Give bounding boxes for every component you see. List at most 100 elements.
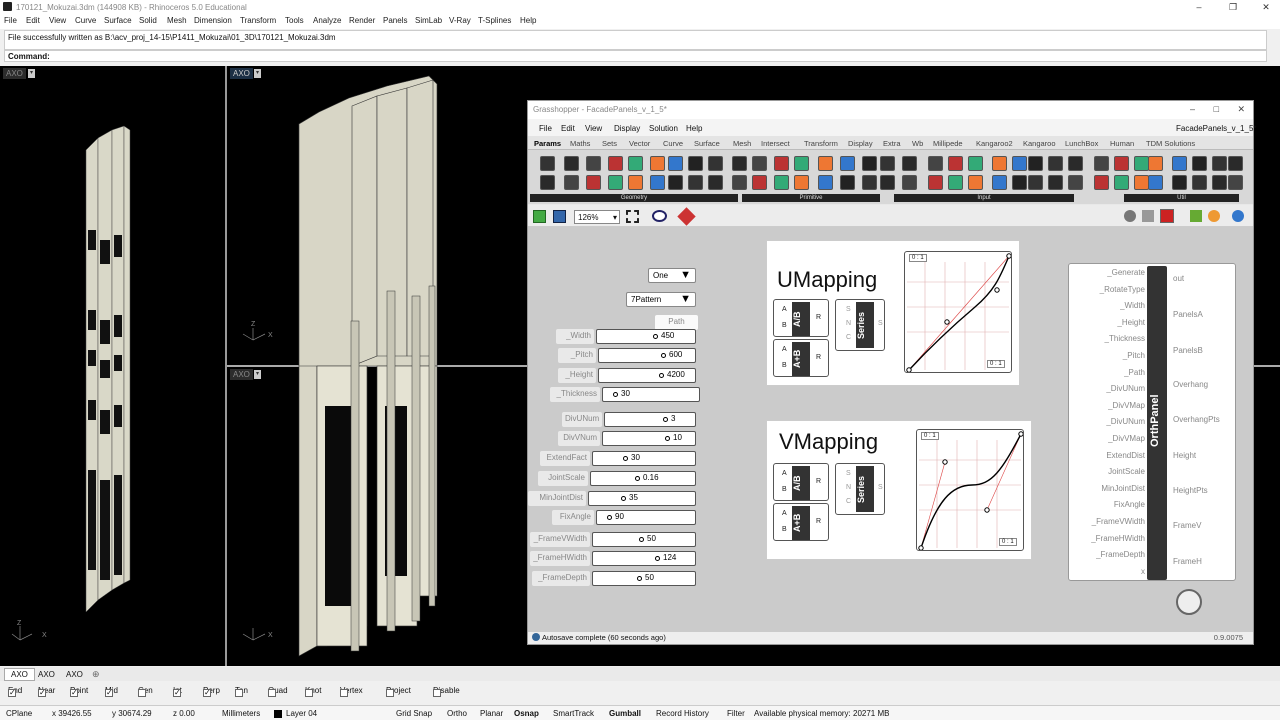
gh-toolbar-component-icon[interactable] bbox=[1192, 175, 1207, 190]
orthpanel-input[interactable]: _Thickness bbox=[1071, 334, 1145, 343]
gh-toolbar-component-icon[interactable] bbox=[708, 175, 723, 190]
number-slider[interactable]: 30 bbox=[592, 451, 696, 466]
addition-component[interactable]: A B A+B R bbox=[773, 503, 829, 541]
orthpanel-input[interactable]: _Height bbox=[1071, 318, 1145, 327]
menu-dimension[interactable]: Dimension bbox=[194, 16, 232, 25]
menu-tsplines[interactable]: T-Splines bbox=[478, 16, 511, 25]
value-list-pattern[interactable]: 7Pattern ▼ bbox=[626, 292, 696, 307]
slider-grip[interactable] bbox=[655, 556, 660, 561]
orthpanel-input[interactable]: x bbox=[1071, 567, 1145, 576]
pane-record-history[interactable]: Record History bbox=[656, 709, 709, 718]
gh-toolbar-component-icon[interactable] bbox=[992, 175, 1007, 190]
gh-tab-surface[interactable]: Surface bbox=[694, 139, 720, 148]
menu-curve[interactable]: Curve bbox=[75, 16, 96, 25]
gh-tab-transform[interactable]: Transform bbox=[804, 139, 838, 148]
gh-toolbar-component-icon[interactable] bbox=[1228, 156, 1243, 171]
gh-tab-sets[interactable]: Sets bbox=[602, 139, 617, 148]
gh-toolbar-component-icon[interactable] bbox=[1048, 156, 1063, 171]
gh-maximize-icon[interactable]: □ bbox=[1214, 104, 1219, 114]
number-slider[interactable]: 450 bbox=[596, 329, 696, 344]
gh-toolbar-component-icon[interactable] bbox=[1068, 175, 1083, 190]
viewport-menu-icon[interactable]: ▾ bbox=[28, 69, 35, 78]
gh-tab-millipede[interactable]: Millipede bbox=[933, 139, 963, 148]
gh-toolbar-component-icon[interactable] bbox=[1192, 156, 1207, 171]
gh-menu-help[interactable]: Help bbox=[686, 124, 702, 133]
open-file-icon[interactable] bbox=[533, 210, 546, 223]
gh-toolbar-component-icon[interactable] bbox=[608, 156, 623, 171]
preview-selected-icon[interactable] bbox=[1190, 210, 1202, 222]
gh-toolbar-component-icon[interactable] bbox=[586, 156, 601, 171]
osnap-near[interactable]: ✓ Near bbox=[38, 686, 55, 697]
orthpanel-input[interactable]: _FrameVWidth bbox=[1071, 517, 1145, 526]
number-slider[interactable]: 35 bbox=[588, 491, 696, 506]
orthpanel-output[interactable]: PanelsB bbox=[1173, 346, 1203, 355]
menu-panels[interactable]: Panels bbox=[383, 16, 407, 25]
orthpanel-output[interactable]: Overhang bbox=[1173, 380, 1208, 389]
orthpanel-output[interactable]: OverhangPts bbox=[1173, 415, 1220, 424]
checkbox[interactable]: ✓ bbox=[70, 689, 78, 697]
gh-toolbar-component-icon[interactable] bbox=[902, 175, 917, 190]
gh-toolbar-component-icon[interactable] bbox=[540, 175, 555, 190]
number-slider[interactable]: 124 bbox=[592, 551, 696, 566]
gh-toolbar-component-icon[interactable] bbox=[732, 175, 747, 190]
gh-toolbar-component-icon[interactable] bbox=[794, 175, 809, 190]
checkbox[interactable] bbox=[235, 689, 243, 697]
orthpanel-input[interactable]: _Generate bbox=[1071, 268, 1145, 277]
gh-toolbar-component-icon[interactable] bbox=[564, 156, 579, 171]
gh-toolbar-component-icon[interactable] bbox=[794, 156, 809, 171]
number-slider[interactable]: 90 bbox=[596, 510, 696, 525]
osnap-mid[interactable]: ✓Mid bbox=[105, 686, 118, 697]
command-input[interactable]: Command: bbox=[4, 50, 1267, 62]
layer-select[interactable]: Layer 04 bbox=[286, 709, 317, 718]
osnap-cen[interactable]: Cen bbox=[138, 686, 153, 697]
gh-close-icon[interactable]: ✕ bbox=[1237, 104, 1245, 115]
slider-grip[interactable] bbox=[639, 537, 644, 542]
menu-tools[interactable]: Tools bbox=[285, 16, 304, 25]
gh-tab-kangaroo2[interactable]: Kangaroo2 bbox=[976, 139, 1013, 148]
gh-tab-display[interactable]: Display bbox=[848, 139, 873, 148]
gh-toolbar-component-icon[interactable] bbox=[628, 156, 643, 171]
gh-tab-wb[interactable]: Wb bbox=[912, 139, 923, 148]
orthpanel-output[interactable]: FrameV bbox=[1173, 521, 1201, 530]
number-slider[interactable]: 10 bbox=[602, 431, 696, 446]
gh-toolbar-component-icon[interactable] bbox=[1114, 175, 1129, 190]
graph-mapper-v[interactable]: 0 : 1 0 : 1 bbox=[916, 429, 1024, 551]
checkbox[interactable] bbox=[340, 689, 348, 697]
preview-mesh-icon[interactable] bbox=[1142, 210, 1154, 222]
gh-toolbar-component-icon[interactable] bbox=[650, 175, 665, 190]
number-slider[interactable]: 50 bbox=[592, 532, 696, 547]
zoom-select[interactable]: 126% ▾ bbox=[574, 210, 620, 224]
addition-component[interactable]: A B A+B R bbox=[773, 339, 829, 377]
gh-toolbar-component-icon[interactable] bbox=[1172, 175, 1187, 190]
cplane-label[interactable]: CPlane bbox=[6, 709, 32, 718]
osnap-point[interactable]: ✓ Point bbox=[70, 686, 88, 697]
slider-grip[interactable] bbox=[613, 392, 618, 397]
sketch-pen-icon[interactable] bbox=[677, 207, 696, 226]
gh-toolbar-component-icon[interactable] bbox=[1228, 175, 1243, 190]
gh-toolbar-component-icon[interactable] bbox=[1148, 156, 1163, 171]
division-component[interactable]: A B A/B R bbox=[773, 463, 829, 501]
series-component[interactable]: S N C Series S bbox=[835, 463, 885, 515]
orthpanel-input[interactable]: _DivUNum bbox=[1071, 417, 1145, 426]
gh-toolbar-component-icon[interactable] bbox=[840, 156, 855, 171]
orthpanel-output[interactable]: out bbox=[1173, 274, 1184, 283]
gh-toolbar-component-icon[interactable] bbox=[752, 156, 767, 171]
menu-transform[interactable]: Transform bbox=[240, 16, 276, 25]
gh-toolbar-component-icon[interactable] bbox=[1172, 156, 1187, 171]
tab-axo-1[interactable]: AXO bbox=[4, 668, 35, 681]
save-file-icon[interactable] bbox=[553, 210, 566, 223]
add-tab-icon[interactable]: ⊕ bbox=[92, 669, 100, 680]
orthpanel-input[interactable]: _Pitch bbox=[1071, 351, 1145, 360]
zoom-extents-icon[interactable] bbox=[626, 210, 639, 223]
gh-toolbar-component-icon[interactable] bbox=[1028, 156, 1043, 171]
gh-toolbar-component-icon[interactable] bbox=[880, 175, 895, 190]
gh-toolbar-component-icon[interactable] bbox=[1094, 175, 1109, 190]
osnap-quad[interactable]: Quad bbox=[268, 686, 288, 697]
gh-canvas[interactable]: One ▼ 7Pattern ▼ Path _Width 450 _Pitch 600 _H… bbox=[528, 227, 1253, 632]
number-slider[interactable]: 50 bbox=[592, 571, 696, 586]
orthpanel-input[interactable]: _FrameDepth bbox=[1071, 550, 1145, 559]
gh-toolbar-component-icon[interactable] bbox=[928, 156, 943, 171]
graph-mapper-u[interactable]: 0 : 1 0 : 1 bbox=[904, 251, 1012, 373]
display-mode-icon[interactable] bbox=[1232, 210, 1244, 222]
gh-toolbar-component-icon[interactable] bbox=[992, 156, 1007, 171]
